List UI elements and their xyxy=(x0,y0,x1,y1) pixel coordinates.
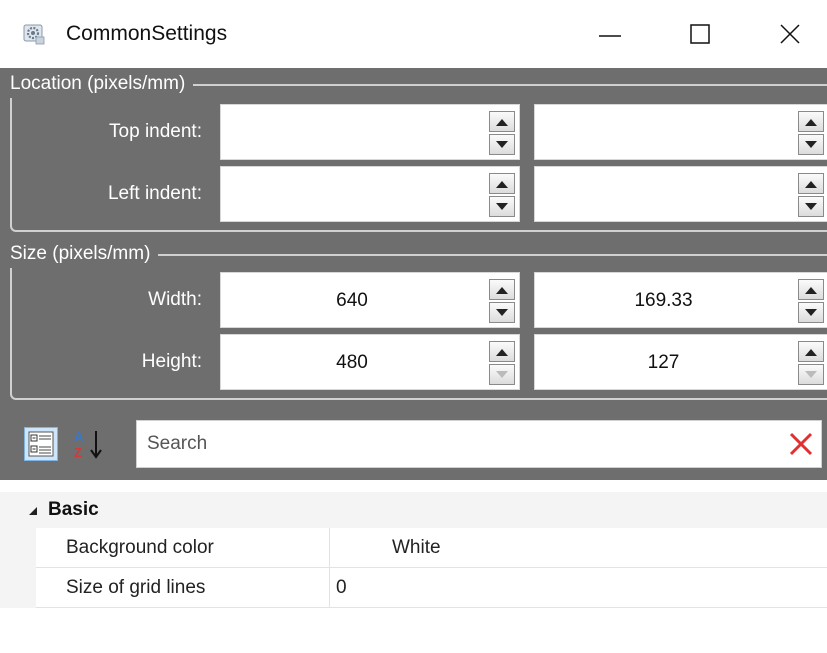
arrow-up-icon xyxy=(805,348,817,356)
window-title: CommonSettings xyxy=(66,22,228,45)
top-indent-label: Top indent: xyxy=(109,121,202,142)
arrow-up-icon xyxy=(496,180,508,188)
arrow-down-icon xyxy=(805,308,817,316)
category-gutter xyxy=(0,528,36,608)
height-mm-up-button[interactable] xyxy=(798,341,824,362)
maximize-button[interactable] xyxy=(660,0,740,68)
width-pixels-down-button[interactable] xyxy=(489,302,515,323)
left-indent-label: Left indent: xyxy=(107,183,202,204)
location-group: Location (pixels/mm) Top indent: Left in… xyxy=(4,70,827,232)
arrow-down-icon xyxy=(805,140,817,148)
left-indent-mm-up-button[interactable] xyxy=(798,173,824,194)
top-indent-mm-down-button[interactable] xyxy=(798,134,824,155)
width-mm-up-button[interactable] xyxy=(798,279,824,300)
top-indent-mm-value[interactable] xyxy=(535,105,792,161)
width-mm-spinner[interactable]: 169.33 xyxy=(534,272,827,328)
arrow-down-icon xyxy=(496,370,508,378)
property-grid: Basic Background color White Size of gri… xyxy=(0,480,827,653)
top-indent-pixels-spinner[interactable] xyxy=(220,104,520,160)
width-pixels-up-button[interactable] xyxy=(489,279,515,300)
property-name: Size of grid lines xyxy=(36,568,330,608)
property-grid-toolbar: A Z xyxy=(0,408,827,480)
collapse-arrow-icon[interactable] xyxy=(28,506,38,516)
height-mm-down-button[interactable] xyxy=(798,364,824,385)
category-label: Basic xyxy=(48,499,99,520)
arrow-down-icon xyxy=(805,202,817,210)
width-pixels-value[interactable]: 640 xyxy=(221,273,483,329)
top-indent-pixels-up-button[interactable] xyxy=(489,111,515,132)
category-row-basic[interactable]: Basic xyxy=(0,492,827,528)
location-legend: Location (pixels/mm) xyxy=(4,70,194,98)
height-pixels-spinner[interactable]: 480 xyxy=(220,334,520,390)
arrow-up-icon xyxy=(496,348,508,356)
width-mm-value[interactable]: 169.33 xyxy=(535,273,792,329)
size-legend: Size (pixels/mm) xyxy=(4,240,159,268)
property-value[interactable]: 0 xyxy=(330,568,347,608)
height-mm-spinner[interactable]: 127 xyxy=(534,334,827,390)
minimize-button[interactable] xyxy=(570,0,650,68)
arrow-down-icon xyxy=(805,370,817,378)
app-gear-icon xyxy=(23,24,45,45)
arrow-up-icon xyxy=(805,286,817,294)
arrow-down-icon xyxy=(496,202,508,210)
title-bar: CommonSettings xyxy=(0,0,827,68)
arrow-down-icon xyxy=(496,140,508,148)
svg-text:A: A xyxy=(74,429,84,444)
maximize-icon xyxy=(690,24,710,44)
top-indent-mm-spinner[interactable] xyxy=(534,104,827,160)
left-indent-pixels-spinner[interactable] xyxy=(220,166,520,222)
arrow-up-icon xyxy=(496,286,508,294)
width-pixels-spinner[interactable]: 640 xyxy=(220,272,520,328)
width-mm-down-button[interactable] xyxy=(798,302,824,323)
arrow-up-icon xyxy=(805,118,817,126)
arrow-down-icon xyxy=(496,308,508,316)
clear-search-icon[interactable] xyxy=(787,430,815,458)
height-label: Height: xyxy=(141,351,202,372)
height-mm-value[interactable]: 127 xyxy=(535,335,792,391)
property-name: Background color xyxy=(36,528,330,568)
alphabetical-sort-button[interactable]: A Z xyxy=(72,427,106,461)
svg-text:Z: Z xyxy=(74,445,82,460)
sort-alphabetical-icon: A Z xyxy=(74,429,102,460)
left-indent-mm-spinner[interactable] xyxy=(534,166,827,222)
categorized-view-button[interactable] xyxy=(24,427,58,461)
height-pixels-down-button[interactable] xyxy=(489,364,515,385)
size-group: Size (pixels/mm) Width: 640 169.33 Heigh… xyxy=(4,240,827,400)
categorized-view-icon xyxy=(28,431,54,457)
left-indent-pixels-value[interactable] xyxy=(221,167,483,223)
arrow-up-icon xyxy=(805,180,817,188)
left-indent-mm-value[interactable] xyxy=(535,167,792,223)
close-icon xyxy=(780,24,800,44)
settings-panel: Location (pixels/mm) Top indent: Left in… xyxy=(0,68,827,408)
width-label: Width: xyxy=(148,289,202,310)
left-indent-pixels-up-button[interactable] xyxy=(489,173,515,194)
property-row-size-of-grid-lines[interactable]: Size of grid lines 0 xyxy=(36,568,827,608)
left-indent-pixels-down-button[interactable] xyxy=(489,196,515,217)
search-box xyxy=(136,420,822,468)
height-pixels-up-button[interactable] xyxy=(489,341,515,362)
arrow-up-icon xyxy=(496,118,508,126)
top-indent-mm-up-button[interactable] xyxy=(798,111,824,132)
height-pixels-value[interactable]: 480 xyxy=(221,335,483,391)
top-indent-pixels-down-button[interactable] xyxy=(489,134,515,155)
top-indent-pixels-value[interactable] xyxy=(221,105,483,161)
property-value[interactable]: White xyxy=(330,528,441,568)
property-row-background-color[interactable]: Background color White xyxy=(36,528,827,568)
close-button[interactable] xyxy=(750,0,827,68)
minimize-icon xyxy=(599,35,621,37)
left-indent-mm-down-button[interactable] xyxy=(798,196,824,217)
search-input[interactable] xyxy=(147,421,747,467)
